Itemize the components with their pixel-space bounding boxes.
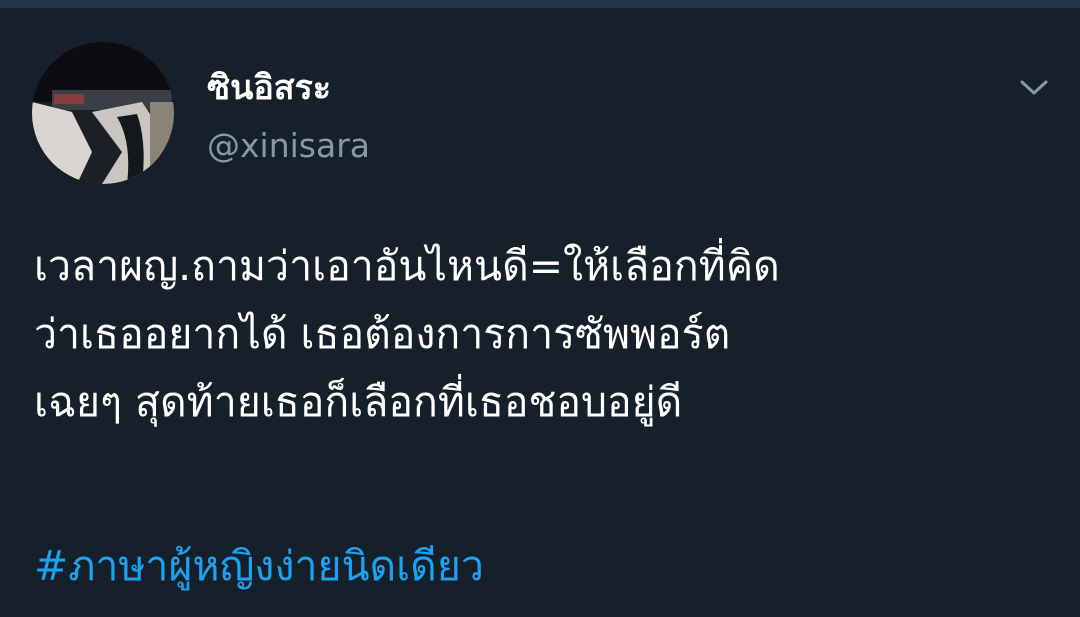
tweet-menu-button[interactable] <box>1016 70 1052 106</box>
avatar[interactable] <box>32 42 174 184</box>
top-status-strip <box>0 0 1080 8</box>
tweet-card: ซินอิสระ @xinisara เวลาผญ.ถามว่าเอาอันไห… <box>0 8 1080 617</box>
tweet-text-line: ว่าเธออยากได้ เธอต้องการการซัพพอร์ต <box>34 310 731 358</box>
hashtag-link[interactable]: #ภาษาผู้หญิงง่ายนิดเดียว <box>34 536 484 596</box>
display-name[interactable]: ซินอิสระ <box>207 68 331 108</box>
user-handle[interactable]: @xinisara <box>207 126 370 166</box>
chevron-down-icon <box>1020 80 1048 95</box>
tweet-text-line: เฉยๆ สุดท้ายเธอก็เลือกที่เธอชอบอยู่ดี <box>34 378 683 426</box>
tweet-text: เวลาผญ.ถามว่าเอาอันไหนดี=ให้เลือกที่คิด … <box>34 232 1054 436</box>
tweet-text-line: เวลาผญ.ถามว่าเอาอันไหนดี=ให้เลือกที่คิด <box>34 242 780 290</box>
avatar-photo <box>32 42 174 184</box>
